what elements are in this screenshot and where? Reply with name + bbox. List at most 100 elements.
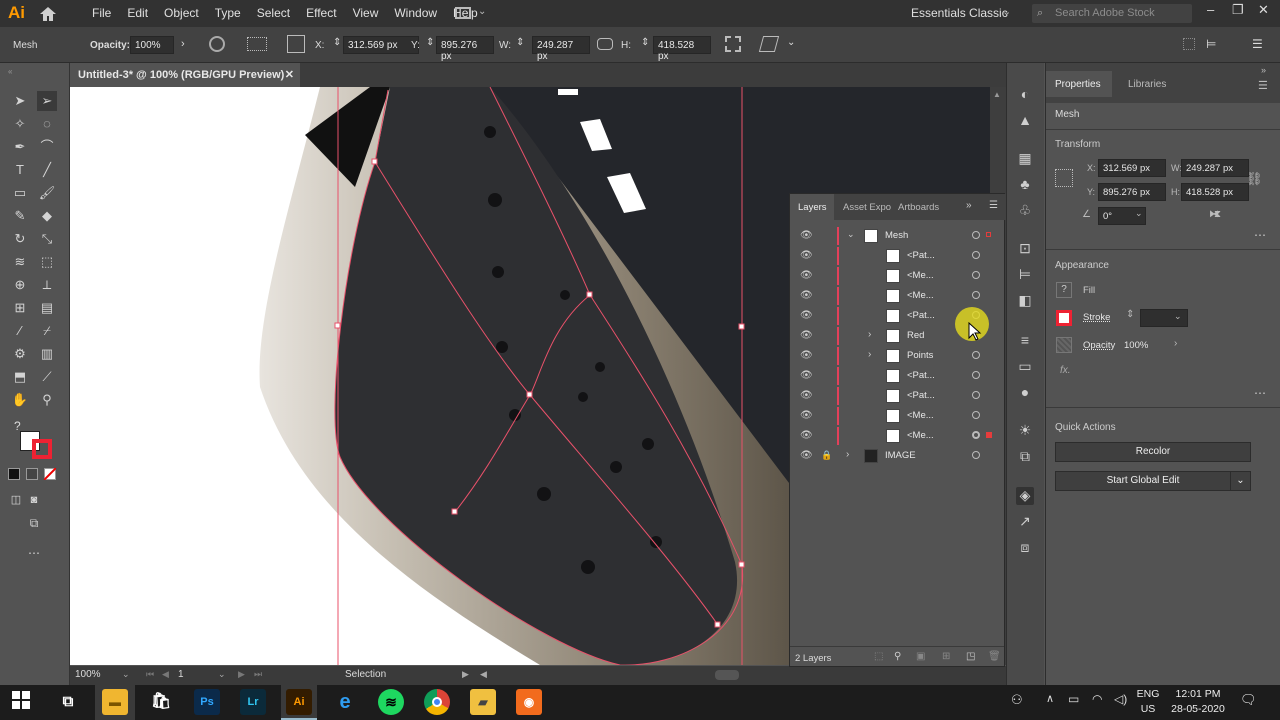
graphic-styles-icon[interactable]: ⧉ [1016, 448, 1034, 466]
workspace-switcher[interactable]: Essentials Classic [911, 6, 1008, 20]
w-stepper-icon[interactable]: ⇕ [516, 37, 524, 48]
edge-icon[interactable]: e [332, 689, 358, 715]
appearance-panel-icon[interactable]: ☀ [1016, 422, 1034, 440]
paintbrush-icon[interactable]: 🖌 [37, 183, 57, 203]
stroke-swatch-icon[interactable] [1056, 310, 1072, 326]
start-global-edit-button[interactable]: Start Global Edit [1055, 471, 1231, 491]
control-menu-icon[interactable]: ☰ [1252, 37, 1263, 51]
transform-panel-icon[interactable]: ⊡ [1016, 240, 1034, 258]
warp-tool-icon[interactable]: ≋ [10, 252, 30, 272]
y-field[interactable]: 895.276 px [1098, 183, 1166, 201]
constrain-link-icon[interactable]: ⛓ [1246, 171, 1263, 187]
transparency-icon[interactable]: ● [1016, 384, 1034, 402]
eyedropper-icon[interactable]: ⁄ [10, 321, 30, 341]
arrange-documents-icon[interactable] [455, 7, 471, 19]
layer-name[interactable]: <Pat... [907, 390, 935, 401]
layer-name[interactable]: <Me... [907, 430, 934, 441]
menu-view[interactable]: View [345, 6, 387, 20]
reference-point-icon[interactable] [1055, 169, 1073, 187]
minimize-icon[interactable]: – [1207, 2, 1214, 17]
stroke-label[interactable]: Stroke [1083, 312, 1110, 323]
people-icon[interactable]: ⚇ [1011, 692, 1023, 708]
visibility-eye-icon[interactable]: 👁 [800, 450, 813, 461]
selection-tool-icon[interactable]: ➤ [10, 91, 30, 111]
swatches-icon[interactable]: ▦ [1016, 150, 1034, 168]
target-circle-icon[interactable] [972, 231, 980, 239]
target-circle-icon[interactable] [972, 391, 980, 399]
h-field[interactable]: 418.528 px [1181, 183, 1249, 201]
document-info-icon[interactable]: ▲ [1016, 112, 1034, 130]
stroke-stepper-icon[interactable]: ⇕ [1126, 309, 1134, 320]
layer-name[interactable]: Points [907, 350, 933, 361]
new-layer-icon[interactable]: ◳ [966, 651, 975, 662]
grid-icon[interactable] [1183, 38, 1195, 50]
menu-select[interactable]: Select [249, 6, 298, 20]
align-icon[interactable] [247, 37, 267, 51]
visibility-eye-icon[interactable]: 👁 [800, 410, 813, 421]
type-tool-icon[interactable]: T [10, 160, 30, 180]
layer-row-mesh-2[interactable]: 👁 <Me... [790, 286, 1004, 306]
close-window-icon[interactable]: ✕ [1258, 2, 1269, 18]
lightroom-icon[interactable]: Lr [240, 689, 266, 715]
rectangle-tool-icon[interactable]: ▭ [10, 183, 30, 203]
h-field[interactable]: 418.528 px [653, 36, 711, 62]
clock-time[interactable]: 12:01 PM [1168, 688, 1228, 700]
new-sublayer-icon[interactable]: ⊞ [942, 651, 950, 662]
language-bottom[interactable]: US [1136, 703, 1160, 715]
microsoft-store-icon[interactable]: 🛍 [148, 689, 174, 715]
menu-object[interactable]: Object [156, 6, 207, 20]
status-arrow-icon[interactable]: ▶ [462, 669, 469, 680]
layer-row-path-3[interactable]: 👁 <Pat... [790, 366, 1004, 386]
windows-start-icon[interactable] [12, 691, 30, 709]
draw-inside-icon[interactable]: ◙ [24, 490, 44, 510]
menu-effect[interactable]: Effect [298, 6, 344, 20]
close-tab-icon[interactable]: ✕ [285, 68, 294, 81]
layer-name[interactable]: <Me... [907, 410, 934, 421]
home-icon[interactable] [38, 5, 58, 23]
free-transform-icon[interactable]: ⬚ [37, 252, 57, 272]
fx-icon[interactable]: fx. [1060, 365, 1071, 376]
photoshop-icon[interactable]: Ps [194, 689, 220, 715]
stock-search-input[interactable]: ⌕ Search Adobe Stock [1032, 4, 1192, 23]
color-mode-icon[interactable] [8, 468, 20, 480]
x-stepper-icon[interactable]: ⇕ [333, 37, 341, 48]
layer-name[interactable]: IMAGE [885, 450, 916, 461]
battery-icon[interactable]: ▭ [1068, 692, 1079, 706]
menu-edit[interactable]: Edit [119, 6, 156, 20]
artboard-chevron-icon[interactable]: ⌄ [218, 669, 226, 680]
brushes-icon[interactable]: ♣ [1016, 176, 1034, 194]
opacity-field[interactable]: 100% [130, 36, 174, 54]
tab-properties[interactable]: Properties [1055, 79, 1101, 90]
shape-builder-icon[interactable]: ⊕ [10, 275, 30, 295]
make-clipping-mask-icon[interactable]: ▣ [916, 651, 925, 662]
transform-icon[interactable] [725, 36, 741, 52]
layer-row-path-4[interactable]: 👁 <Pat... [790, 386, 1004, 406]
delete-layer-icon[interactable]: 🗑 [988, 651, 1001, 662]
prev-artboard-icon[interactable]: ◀ [162, 669, 169, 680]
tab-layers[interactable]: Layers [798, 202, 827, 213]
screen-mode-icon[interactable]: ⧉ [24, 513, 44, 533]
spotify-icon[interactable]: ≋ [378, 689, 404, 715]
layer-name[interactable]: <Pat... [907, 370, 935, 381]
notes-app-icon[interactable]: ▰ [470, 689, 496, 715]
expand-panel-icon[interactable]: » [966, 200, 972, 211]
tab-asset-export[interactable]: Asset Expo [843, 202, 891, 213]
target-circle-icon[interactable] [972, 351, 980, 359]
target-circle-icon[interactable] [972, 451, 980, 459]
symbol-sprayer-icon[interactable]: ⚙ [10, 344, 30, 364]
lasso-icon[interactable]: ◌ [37, 114, 57, 134]
menu-window[interactable]: Window [386, 6, 445, 20]
horizontal-scroll-thumb[interactable] [715, 670, 739, 680]
draw-mode-icon[interactable]: ◫ [6, 490, 26, 510]
menu-file[interactable]: File [84, 6, 119, 20]
align-panel-strip-icon[interactable]: ⊨ [1016, 266, 1034, 284]
w-field[interactable]: 249.287 px [532, 36, 590, 62]
global-edit-chevron-icon[interactable]: ⌄ [1230, 471, 1251, 491]
y-field[interactable]: 895.276 px [436, 36, 494, 62]
gradient-mode-icon[interactable] [26, 468, 38, 480]
show-hidden-icons-icon[interactable]: ∧ [1046, 692, 1054, 705]
direct-selection-tool-icon[interactable]: ➢ [37, 91, 57, 111]
first-artboard-icon[interactable]: ⏮ [146, 669, 154, 680]
scroll-up-icon[interactable]: ▲ [993, 90, 1001, 99]
stroke-swatch[interactable] [32, 439, 52, 459]
